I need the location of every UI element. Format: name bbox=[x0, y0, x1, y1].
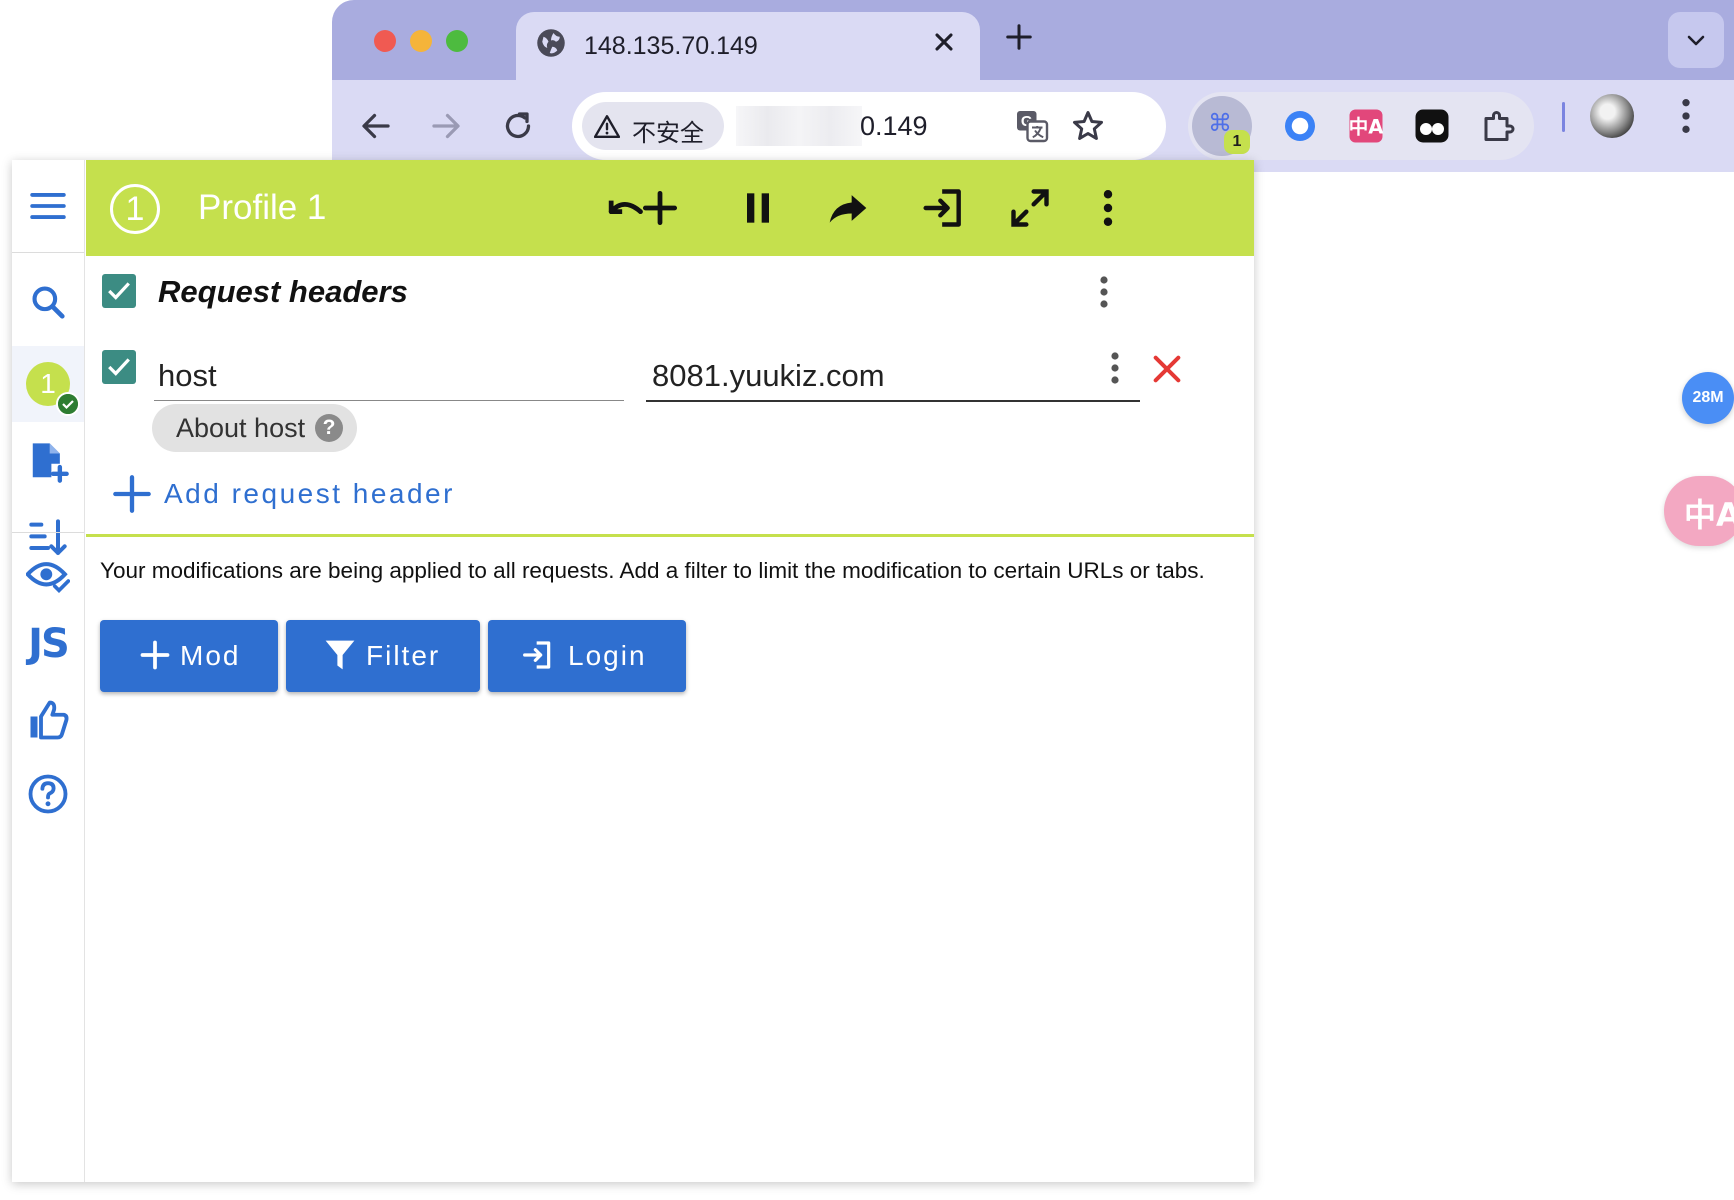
forward-arrow-icon[interactable] bbox=[428, 108, 464, 144]
file-add-icon bbox=[32, 443, 69, 483]
tampermonkey-icon[interactable] bbox=[1414, 108, 1450, 144]
reload-icon[interactable] bbox=[500, 108, 536, 144]
main-panel: 1 Profile 1 Request headers host 8081.yu… bbox=[86, 160, 1254, 1182]
login-icon bbox=[523, 641, 551, 669]
add-mod-label: Mod bbox=[180, 640, 241, 671]
more-options-icon[interactable] bbox=[1086, 186, 1130, 230]
translate-extension-icon[interactable]: 中A bbox=[1348, 108, 1384, 144]
tab-search-button[interactable] bbox=[1668, 12, 1724, 68]
about-chip-label: About host bbox=[176, 413, 306, 443]
row-more-icon[interactable] bbox=[1110, 350, 1120, 386]
plus-icon bbox=[113, 475, 151, 513]
star-icon[interactable] bbox=[1070, 108, 1106, 144]
pause-icon[interactable] bbox=[736, 186, 780, 230]
profile-avatar[interactable] bbox=[1590, 94, 1634, 138]
kebab-menu-icon[interactable] bbox=[1680, 96, 1692, 136]
browser-toolbar: 不安全 0.149 G ⌘ 1 中A bbox=[332, 80, 1734, 172]
header-name-value: host bbox=[158, 358, 217, 393]
login-label: Login bbox=[568, 640, 647, 671]
back-arrow-icon[interactable] bbox=[358, 108, 394, 144]
window-controls bbox=[374, 30, 468, 52]
memory-badge[interactable]: 28M bbox=[1682, 372, 1734, 424]
extension-badge: 1 bbox=[1224, 130, 1250, 154]
browser-window: 148.135.70.149 不安全 0.149 G ⌘ 1 中A bbox=[332, 0, 1734, 172]
active-check-icon bbox=[56, 392, 80, 416]
svg-text:中A: 中A bbox=[1349, 116, 1384, 139]
js-icon: JS bbox=[28, 621, 70, 667]
sidebar: 1 JS bbox=[12, 160, 85, 1182]
floating-translate-button[interactable]: 中A bbox=[1664, 476, 1734, 546]
share-icon[interactable] bbox=[826, 186, 870, 230]
add-mod-button[interactable]: Mod bbox=[100, 620, 278, 692]
request-headers-section: Request headers bbox=[86, 264, 1254, 318]
visibility-button[interactable] bbox=[12, 538, 84, 614]
hamburger-menu-button[interactable] bbox=[12, 168, 84, 244]
rate-button[interactable] bbox=[12, 682, 84, 758]
login-icon[interactable] bbox=[922, 186, 966, 230]
section-divider bbox=[86, 534, 1254, 537]
new-tab-icon[interactable] bbox=[1004, 22, 1034, 52]
profile-number: 1 bbox=[40, 368, 56, 399]
address-bar[interactable]: 不安全 0.149 G bbox=[572, 92, 1166, 160]
sidebar-divider bbox=[12, 532, 84, 533]
help-button[interactable] bbox=[12, 756, 84, 832]
translate-icon: 中A bbox=[1684, 496, 1734, 534]
url-text: 0.149 bbox=[860, 111, 928, 141]
help-icon bbox=[28, 774, 68, 814]
check-icon bbox=[108, 358, 130, 376]
search-button[interactable] bbox=[12, 264, 84, 340]
sidebar-divider bbox=[12, 252, 84, 253]
puzzle-icon[interactable] bbox=[1480, 108, 1516, 144]
ring-extension-icon[interactable] bbox=[1282, 108, 1318, 144]
translate-icon[interactable]: G bbox=[1014, 108, 1050, 144]
delete-icon[interactable] bbox=[1150, 352, 1184, 386]
extensions-group: ⌘ 1 中A bbox=[1188, 92, 1534, 160]
sidebar-profile-1[interactable]: 1 bbox=[12, 346, 84, 422]
modheader-popup: 1 JS 1 Profile 1 Request headers host 80… bbox=[12, 160, 1254, 1182]
browser-tab[interactable]: 148.135.70.149 bbox=[516, 12, 980, 80]
section-enable-checkbox[interactable] bbox=[102, 274, 136, 308]
header-name-field[interactable]: host bbox=[154, 350, 624, 401]
header-value-field[interactable]: 8081.yuukiz.com bbox=[646, 350, 1140, 402]
header-row-checkbox[interactable] bbox=[102, 350, 136, 384]
search-icon bbox=[32, 286, 65, 319]
minimize-window-button[interactable] bbox=[410, 30, 432, 52]
section-title: Request headers bbox=[158, 274, 408, 309]
url-redacted bbox=[736, 106, 862, 146]
profile-badge[interactable]: 1 bbox=[110, 184, 160, 234]
add-filter-label: Filter bbox=[366, 640, 441, 671]
info-message: Your modifications are being applied to … bbox=[100, 558, 1205, 583]
plus-icon bbox=[140, 640, 170, 670]
add-request-header-label: Add request header bbox=[164, 478, 455, 509]
profile-header: 1 Profile 1 bbox=[86, 160, 1254, 256]
profile-title[interactable]: Profile 1 bbox=[198, 188, 326, 228]
maximize-window-button[interactable] bbox=[446, 30, 468, 52]
close-icon[interactable] bbox=[930, 28, 958, 56]
security-chip[interactable]: 不安全 bbox=[582, 102, 724, 150]
header-value-text: 8081.yuukiz.com bbox=[652, 358, 885, 393]
eye-check-icon bbox=[26, 562, 70, 593]
globe-icon bbox=[537, 29, 565, 57]
add-profile-button[interactable] bbox=[12, 424, 84, 500]
expand-icon[interactable] bbox=[1008, 186, 1052, 230]
help-icon: ? bbox=[315, 414, 344, 442]
profile-avatar-badge: 1 bbox=[26, 362, 80, 416]
check-icon bbox=[108, 282, 130, 300]
menu-icon bbox=[30, 193, 66, 219]
close-window-button[interactable] bbox=[374, 30, 396, 52]
security-label: 不安全 bbox=[632, 119, 704, 147]
toolbar-separator bbox=[1562, 102, 1565, 132]
login-button[interactable]: Login bbox=[488, 620, 686, 692]
chevron-down-icon bbox=[1687, 35, 1705, 46]
about-header-chip[interactable]: About host ? bbox=[152, 404, 358, 452]
warning-icon bbox=[594, 115, 620, 138]
thumbs-up-icon bbox=[30, 700, 69, 740]
add-icon[interactable] bbox=[638, 186, 682, 230]
modheader-extension-button[interactable]: ⌘ 1 bbox=[1192, 96, 1252, 156]
filter-icon bbox=[325, 640, 355, 670]
tab-title: 148.135.70.149 bbox=[584, 32, 758, 60]
section-more-icon[interactable] bbox=[1099, 274, 1109, 310]
add-filter-button[interactable]: Filter bbox=[286, 620, 480, 692]
javascript-button[interactable]: JS bbox=[12, 606, 84, 682]
